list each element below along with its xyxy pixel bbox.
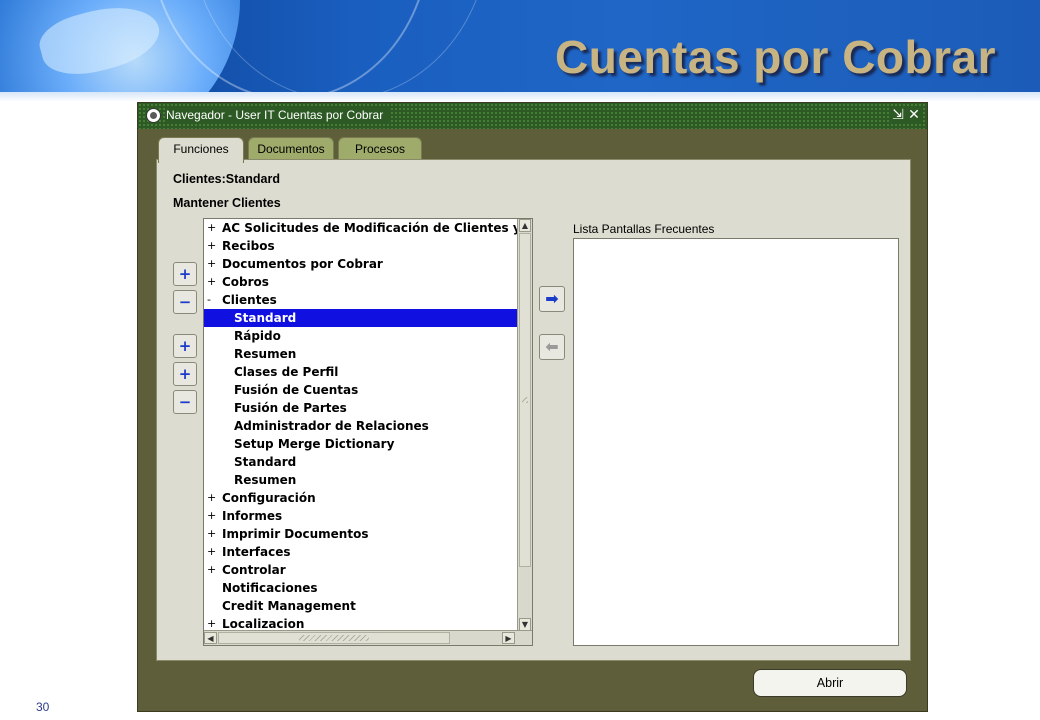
frequent-list[interactable] bbox=[573, 238, 899, 646]
tree-item-label: Imprimir Documentos bbox=[222, 527, 369, 541]
tree-item-label: Administrador de Relaciones bbox=[234, 419, 429, 433]
tree-item[interactable]: Setup Merge Dictionary bbox=[204, 435, 518, 453]
tree-item-label: Recibos bbox=[222, 239, 275, 253]
tree-expander-icon[interactable]: + bbox=[207, 525, 217, 543]
tree-item-label: Localizacion bbox=[222, 617, 305, 631]
section-title: Mantener Clientes bbox=[173, 196, 281, 210]
tree-item-label: Setup Merge Dictionary bbox=[234, 437, 395, 451]
expand-all-button[interactable]: + bbox=[173, 362, 197, 386]
function-tree[interactable]: + AC Solicitudes de Modificación de Clien… bbox=[203, 218, 533, 646]
context-path: Clientes:Standard bbox=[173, 172, 280, 186]
tree-item[interactable]: Administrador de Relaciones bbox=[204, 417, 518, 435]
tree-item[interactable]: Fusión de Cuentas bbox=[204, 381, 518, 399]
tab-funciones[interactable]: Funciones bbox=[158, 137, 244, 163]
tree-item[interactable]: + AC Solicitudes de Modificación de Clien… bbox=[204, 219, 518, 237]
tree-expander-icon[interactable]: + bbox=[207, 273, 217, 291]
tree-item-label: Configuración bbox=[222, 491, 316, 505]
minimize-icon[interactable]: ⇲ bbox=[890, 107, 906, 123]
expand-branch-button[interactable]: + bbox=[173, 334, 197, 358]
tree-item-label: Standard bbox=[234, 455, 297, 469]
remove-from-frequent-button[interactable]: ⬅ bbox=[539, 334, 565, 360]
tree-item-label: Interfaces bbox=[222, 545, 291, 559]
tree-item[interactable]: + Recibos bbox=[204, 237, 518, 255]
tree-expander-icon[interactable]: + bbox=[207, 507, 217, 525]
scroll-up-icon[interactable]: ▲ bbox=[519, 219, 531, 232]
tree-expander-icon[interactable]: + bbox=[207, 237, 217, 255]
tree-expander-icon[interactable]: + bbox=[207, 543, 217, 561]
tab-procesos[interactable]: Procesos bbox=[338, 137, 422, 161]
tree-expander-icon[interactable]: - bbox=[207, 291, 217, 309]
tree-expander-icon[interactable]: + bbox=[207, 219, 217, 237]
banner-divider bbox=[0, 92, 1040, 102]
window-titlebar[interactable]: Navegador - User IT Cuentas por Cobrar ⇲… bbox=[138, 103, 927, 129]
expand-button[interactable]: + bbox=[173, 262, 197, 286]
tree-item-label: Resumen bbox=[234, 473, 297, 487]
tree-horizontal-scrollbar[interactable]: ◀ ▶ bbox=[204, 630, 532, 645]
tree-item[interactable]: + Controlar bbox=[204, 561, 518, 579]
tree-item[interactable]: - Clientes bbox=[204, 291, 518, 309]
tree-item[interactable]: + Localizacion bbox=[204, 615, 518, 631]
scroll-thumb[interactable] bbox=[519, 233, 531, 567]
tree-item[interactable]: Resumen bbox=[204, 471, 518, 489]
tree-item-label: Credit Management bbox=[222, 599, 356, 613]
page-number: 30 bbox=[36, 700, 50, 714]
slide-title: Cuentas por Cobrar bbox=[555, 31, 996, 83]
open-button[interactable]: Abrir bbox=[753, 669, 907, 697]
tree-item-label: Notificaciones bbox=[222, 581, 318, 595]
window-title: Navegador - User IT Cuentas por Cobrar bbox=[166, 108, 390, 122]
tree-item-label: Clases de Perfil bbox=[234, 365, 339, 379]
tree-vertical-scrollbar[interactable]: ▲ ▼ bbox=[517, 219, 532, 631]
tree-item[interactable]: + Informes bbox=[204, 507, 518, 525]
navigator-window: Navegador - User IT Cuentas por Cobrar ⇲… bbox=[137, 102, 928, 712]
tree-item[interactable]: Clases de Perfil bbox=[204, 363, 518, 381]
collapse-button[interactable]: − bbox=[173, 290, 197, 314]
header-banner: Cuentas por Cobrar bbox=[0, 0, 1040, 92]
tree-list: + AC Solicitudes de Modificación de Clien… bbox=[204, 219, 518, 631]
tree-item[interactable]: Standard bbox=[204, 309, 518, 327]
tree-expander-icon[interactable]: + bbox=[207, 255, 217, 273]
tree-expander-icon[interactable]: + bbox=[207, 615, 217, 631]
collapse-all-button[interactable]: − bbox=[173, 390, 197, 414]
tree-item-label: AC Solicitudes de Modificación de Client… bbox=[222, 221, 518, 235]
scroll-left-icon[interactable]: ◀ bbox=[204, 632, 217, 644]
tree-item[interactable]: + Configuración bbox=[204, 489, 518, 507]
slide: Cuentas por Cobrar Navegador - User IT C… bbox=[0, 0, 1040, 720]
tree-item-label: Resumen bbox=[234, 347, 297, 361]
tree-item-label: Clientes bbox=[222, 293, 277, 307]
tab-documentos[interactable]: Documentos bbox=[248, 137, 334, 161]
tree-item[interactable]: Credit Management bbox=[204, 597, 518, 615]
tree-item-label: Informes bbox=[222, 509, 283, 523]
tree-item[interactable]: + Interfaces bbox=[204, 543, 518, 561]
tree-item-label: Controlar bbox=[222, 563, 286, 577]
tree-item-label: Standard bbox=[234, 311, 297, 325]
add-to-frequent-button[interactable]: ➡ bbox=[539, 286, 565, 312]
scroll-thumb[interactable] bbox=[218, 632, 450, 644]
tree-item[interactable]: Rápido bbox=[204, 327, 518, 345]
frequent-list-label: Lista Pantallas Frecuentes bbox=[573, 222, 715, 236]
tree-item-label: Cobros bbox=[222, 275, 269, 289]
tree-item-label: Fusión de Cuentas bbox=[234, 383, 359, 397]
tree-item[interactable]: Resumen bbox=[204, 345, 518, 363]
functions-panel: Clientes:Standard Mantener Clientes + − … bbox=[156, 159, 911, 661]
scroll-right-icon[interactable]: ▶ bbox=[502, 632, 515, 644]
tree-item-label: Documentos por Cobrar bbox=[222, 257, 383, 271]
tree-item[interactable]: Fusión de Partes bbox=[204, 399, 518, 417]
tree-item[interactable]: + Cobros bbox=[204, 273, 518, 291]
tree-item[interactable]: + Imprimir Documentos bbox=[204, 525, 518, 543]
tree-item[interactable]: + Documentos por Cobrar bbox=[204, 255, 518, 273]
oracle-app-icon bbox=[146, 108, 161, 123]
tree-item-label: Rápido bbox=[234, 329, 281, 343]
close-icon[interactable]: ✕ bbox=[906, 107, 922, 123]
tree-item-label: Fusión de Partes bbox=[234, 401, 347, 415]
tree-expander-icon[interactable]: + bbox=[207, 561, 217, 579]
tree-item[interactable]: Standard bbox=[204, 453, 518, 471]
tree-item[interactable]: Notificaciones bbox=[204, 579, 518, 597]
tree-expander-icon[interactable]: + bbox=[207, 489, 217, 507]
